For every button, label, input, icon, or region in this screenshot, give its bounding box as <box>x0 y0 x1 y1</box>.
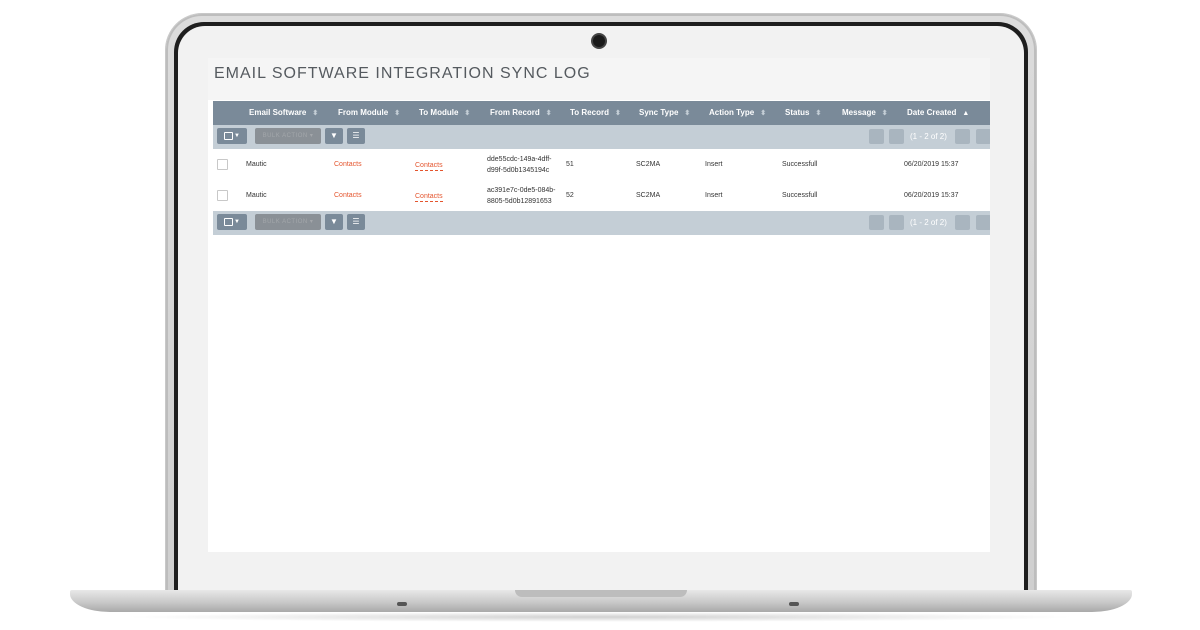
column-label: Action Type <box>709 108 755 117</box>
cell-date-created: 06/20/2019 15:37 <box>904 161 959 168</box>
cell-status: Successfull <box>782 192 818 199</box>
filter-icon: ▼ <box>330 131 338 140</box>
cell-from-record: ac391e7c-0de5-084b-8805-5d0b12891653 <box>487 186 556 205</box>
cell-to-module[interactable]: Contacts <box>415 192 443 202</box>
table-row: Mautic Contacts Contacts dde55cdc-149a-4… <box>213 149 990 181</box>
pagination-first-button[interactable] <box>869 215 884 230</box>
cell-action-type: Insert <box>705 161 723 168</box>
cell-to-record: 51 <box>566 161 574 168</box>
column-label: To Record <box>570 108 609 117</box>
column-label: Sync Type <box>639 108 679 117</box>
column-label: From Record <box>490 108 540 117</box>
pagination-count: (1 - 2 of 2) <box>910 132 947 141</box>
app-screen: EMAIL SOFTWARE INTEGRATION SYNC LOG Emai… <box>208 58 990 552</box>
pagination-prev-button[interactable] <box>889 215 904 230</box>
column-header-sync-type[interactable]: Sync Type ⬍ <box>639 101 690 125</box>
sort-icon: ⬍ <box>684 110 691 117</box>
pagination-first-button[interactable] <box>869 129 884 144</box>
column-label: Status <box>785 108 810 117</box>
column-header-from-module[interactable]: From Module ⬍ <box>338 101 400 125</box>
column-label: Message <box>842 108 876 117</box>
checkbox-icon <box>224 132 234 140</box>
list-icon: ☰ <box>352 131 360 140</box>
laptop-foot-left <box>397 602 407 606</box>
cell-to-module[interactable]: Contacts <box>415 161 443 171</box>
cell-from-record: dde55cdc-149a-4dff-d99f-5d0b1345194c <box>487 155 552 174</box>
filter-button[interactable]: ▼ <box>325 128 343 144</box>
column-header-from-record[interactable]: From Record ⬍ <box>490 101 552 125</box>
column-label: From Module <box>338 108 389 117</box>
column-header-date-created[interactable]: Date Created ▲ <box>907 101 969 125</box>
row-checkbox[interactable] <box>217 190 228 201</box>
filter-button[interactable]: ▼ <box>325 214 343 230</box>
list-toolbar-top: ▼ BULK ACTION ▾ ▼ ☰ (1 - 2 of 2) <box>213 125 990 149</box>
pagination-count: (1 - 2 of 2) <box>910 218 947 227</box>
caret-down-icon: ▼ <box>234 133 240 139</box>
column-header-to-module[interactable]: To Module ⬍ <box>419 101 470 125</box>
select-dropdown-button[interactable]: ▼ <box>217 128 247 144</box>
column-label: To Module <box>419 108 459 117</box>
cell-sync-type: SC2MA <box>636 161 661 168</box>
column-label: Email Software <box>249 108 307 117</box>
laptop-base-notch <box>515 590 687 597</box>
column-header-message[interactable]: Message ⬍ <box>842 101 888 125</box>
laptop-foot-right <box>789 602 799 606</box>
column-chooser-button[interactable]: ☰ <box>347 214 365 230</box>
column-header-action-type[interactable]: Action Type ⬍ <box>709 101 766 125</box>
list-icon: ☰ <box>352 217 360 226</box>
page-header: EMAIL SOFTWARE INTEGRATION SYNC LOG <box>208 58 990 100</box>
caret-down-icon: ▼ <box>234 219 240 225</box>
camera-icon <box>593 35 605 47</box>
checkbox-icon <box>224 218 234 226</box>
row-checkbox[interactable] <box>217 159 228 170</box>
pagination-last-button[interactable] <box>976 129 990 144</box>
sort-icon: ⬍ <box>881 110 888 117</box>
cell-date-created: 06/20/2019 15:37 <box>904 192 959 199</box>
column-header-to-record[interactable]: To Record ⬍ <box>570 101 621 125</box>
sort-icon: ⬍ <box>545 110 552 117</box>
cell-from-module[interactable]: Contacts <box>334 180 362 211</box>
sort-icon: ⬍ <box>760 110 767 117</box>
cell-status: Successfull <box>782 161 818 168</box>
sort-icon: ⬍ <box>394 110 401 117</box>
table-row: Mautic Contacts Contacts ac391e7c-0de5-0… <box>213 180 990 212</box>
cell-sync-type: SC2MA <box>636 192 661 199</box>
cell-to-record: 52 <box>566 192 574 199</box>
sort-ascending-icon: ▲ <box>962 110 970 117</box>
bulk-action-button[interactable]: BULK ACTION ▾ <box>255 214 321 230</box>
sort-icon: ⬍ <box>815 110 822 117</box>
pagination-next-button[interactable] <box>955 215 970 230</box>
sort-icon: ⬍ <box>614 110 621 117</box>
bulk-action-button[interactable]: BULK ACTION ▾ <box>255 128 321 144</box>
column-label: Date Created <box>907 108 957 117</box>
sort-icon: ⬍ <box>464 110 471 117</box>
cell-from-module[interactable]: Contacts <box>334 149 362 180</box>
sort-icon: ⬍ <box>312 110 319 117</box>
column-chooser-button[interactable]: ☰ <box>347 128 365 144</box>
filter-icon: ▼ <box>330 217 338 226</box>
column-header-email-software[interactable]: Email Software ⬍ <box>249 101 318 125</box>
cell-email-software: Mautic <box>246 161 267 168</box>
pagination-prev-button[interactable] <box>889 129 904 144</box>
column-header-status[interactable]: Status ⬍ <box>785 101 821 125</box>
table-header: Email Software ⬍ From Module ⬍ To Module ⬍ … <box>213 101 990 125</box>
list-toolbar-bottom: ▼ BULK ACTION ▾ ▼ ☰ (1 - 2 of 2) <box>213 211 990 235</box>
laptop-shadow <box>120 612 1080 622</box>
cell-action-type: Insert <box>705 192 723 199</box>
pagination-next-button[interactable] <box>955 129 970 144</box>
page-title: EMAIL SOFTWARE INTEGRATION SYNC LOG <box>214 65 591 82</box>
pagination-last-button[interactable] <box>976 215 990 230</box>
cell-email-software: Mautic <box>246 192 267 199</box>
select-dropdown-button[interactable]: ▼ <box>217 214 247 230</box>
